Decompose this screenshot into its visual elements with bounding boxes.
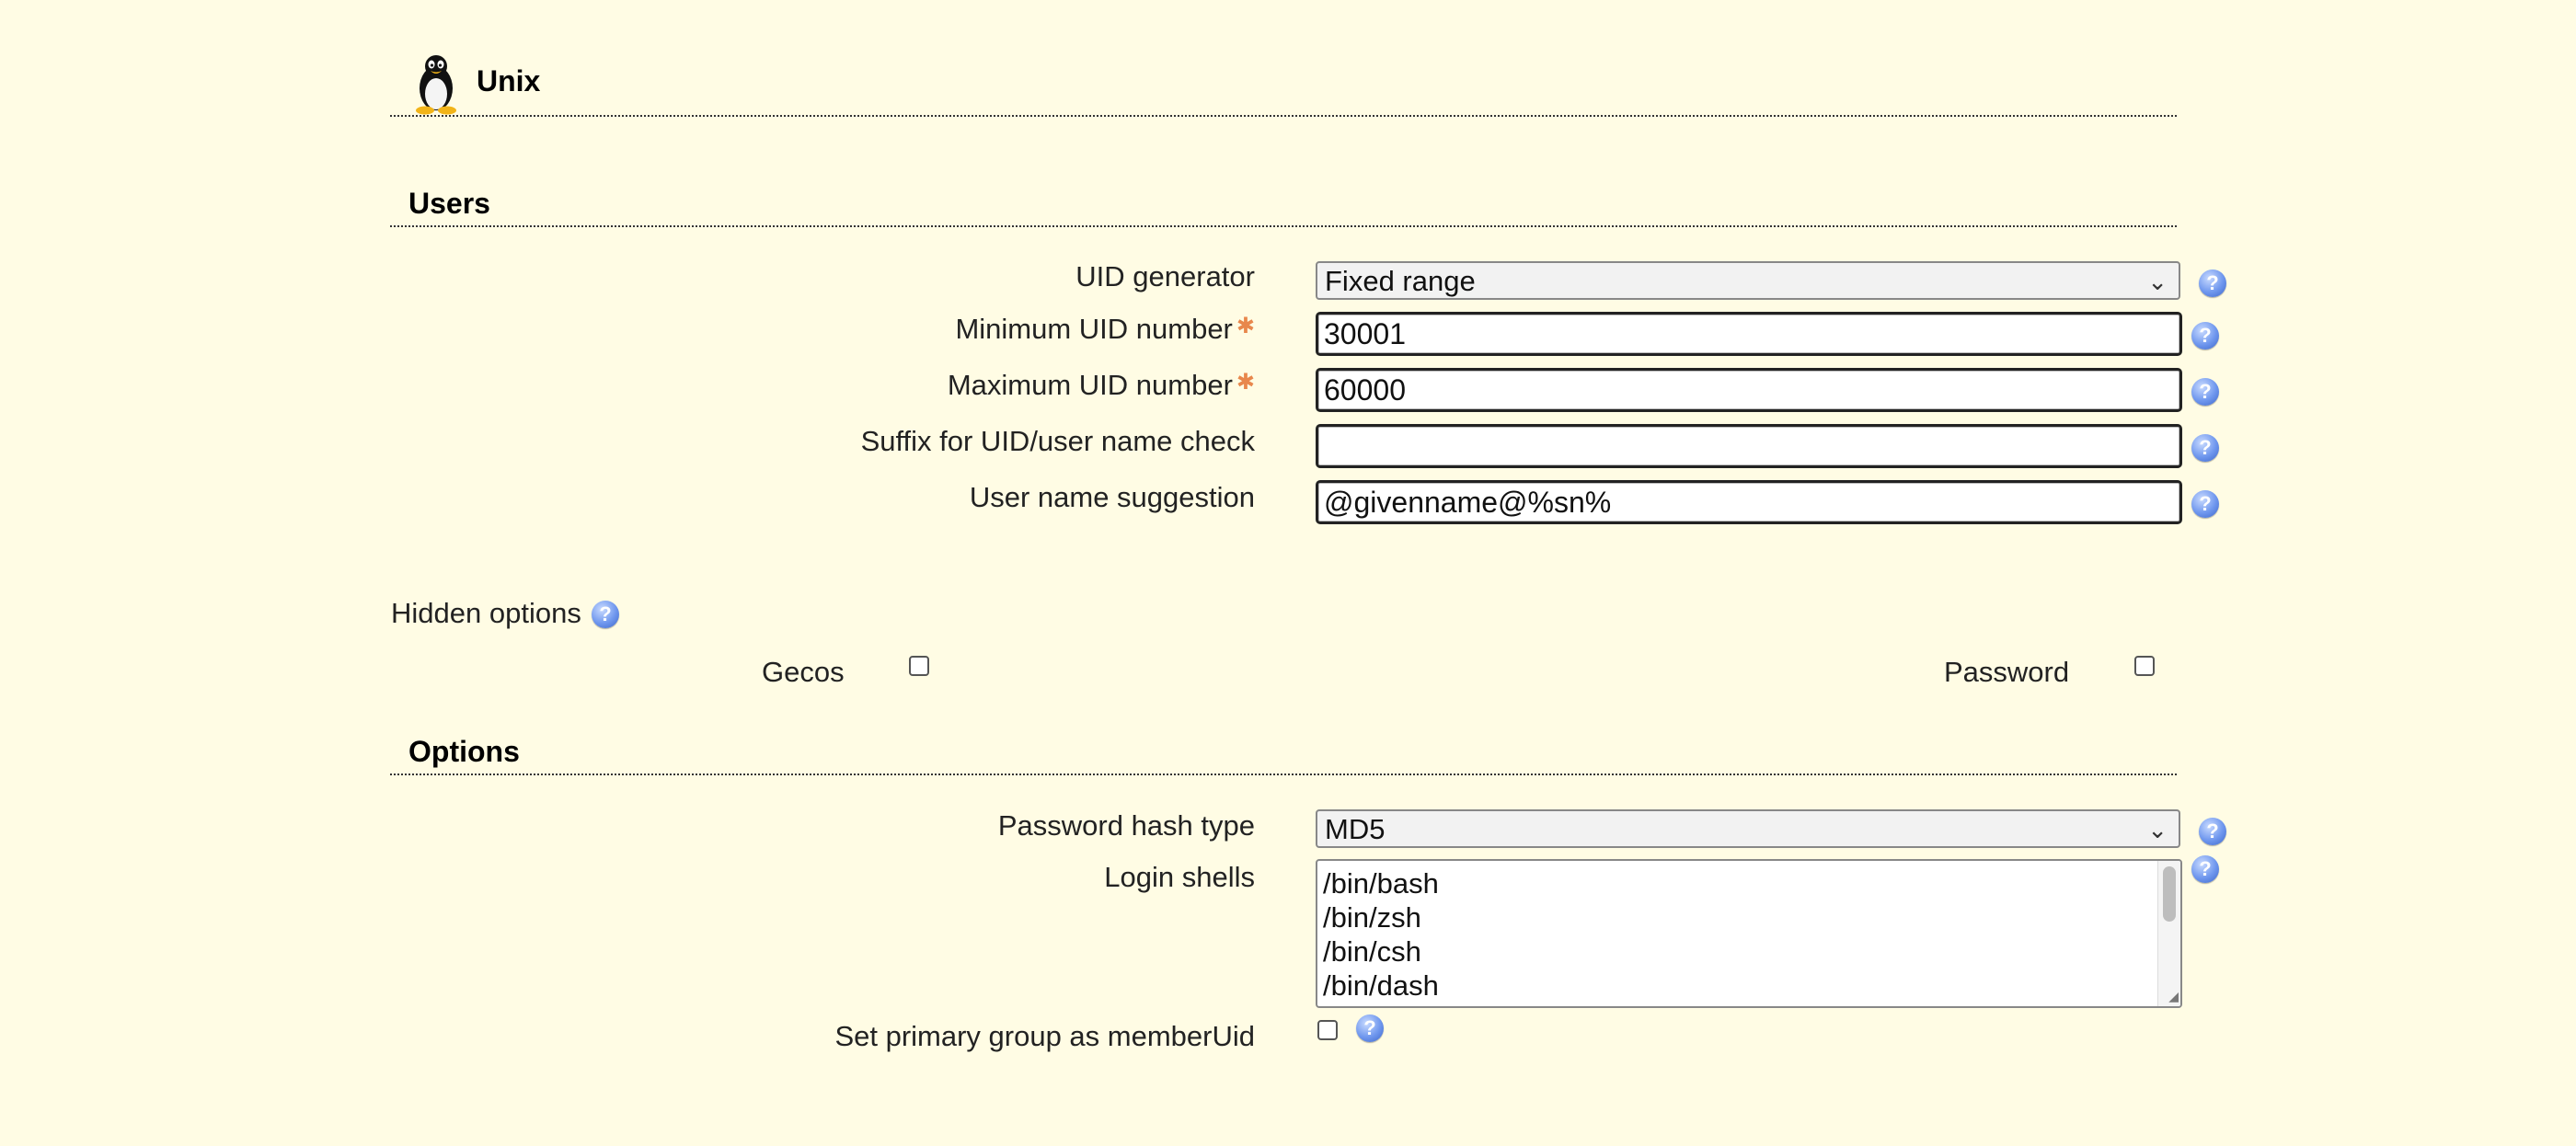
scrollbar-thumb[interactable] bbox=[2163, 866, 2176, 922]
primary-group-label: Set primary group as memberUid bbox=[834, 1020, 1255, 1052]
chevron-down-icon: ⌄ bbox=[2147, 816, 2168, 843]
users-divider bbox=[390, 225, 2177, 227]
primary-group-help-icon[interactable]: ? bbox=[1356, 1014, 1384, 1042]
uid-generator-value: Fixed range bbox=[1325, 265, 1476, 297]
password-checkbox[interactable] bbox=[2134, 656, 2155, 676]
module-title: Unix bbox=[477, 64, 541, 97]
suffix-check-help-icon[interactable]: ? bbox=[2191, 434, 2219, 462]
max-uid-help-icon[interactable]: ? bbox=[2191, 378, 2219, 406]
username-suggestion-input[interactable] bbox=[1316, 480, 2182, 524]
resize-handle-icon[interactable]: ◢ bbox=[2168, 989, 2179, 1004]
chevron-down-icon: ⌄ bbox=[2147, 268, 2168, 295]
gecos-checkbox[interactable] bbox=[909, 656, 929, 676]
username-suggestion-label: User name suggestion bbox=[969, 481, 1255, 513]
options-divider bbox=[390, 774, 2177, 775]
primary-group-checkbox[interactable] bbox=[1317, 1020, 1338, 1040]
list-item[interactable]: /bin/zsh bbox=[1317, 900, 1439, 934]
username-suggestion-help-icon[interactable]: ? bbox=[2191, 490, 2219, 518]
hash-type-select[interactable]: MD5 ⌄ bbox=[1316, 809, 2180, 848]
gecos-label: Gecos bbox=[762, 656, 845, 688]
password-label: Password bbox=[1944, 656, 2070, 688]
options-section-title: Options bbox=[408, 735, 520, 768]
header-divider bbox=[390, 115, 2177, 117]
min-uid-help-icon[interactable]: ? bbox=[2191, 322, 2219, 350]
suffix-check-input[interactable] bbox=[1316, 424, 2182, 468]
suffix-check-label: Suffix for UID/user name check bbox=[860, 425, 1255, 457]
login-shells-help-icon[interactable]: ? bbox=[2191, 855, 2219, 883]
hidden-options-title: Hidden options bbox=[391, 597, 581, 629]
max-uid-input[interactable] bbox=[1316, 368, 2182, 412]
min-uid-input[interactable] bbox=[1316, 312, 2182, 356]
list-item[interactable]: /bin/dash bbox=[1317, 968, 1439, 1003]
login-shells-listbox[interactable]: /bin/bash /bin/zsh /bin/csh /bin/dash ◢ bbox=[1316, 859, 2182, 1008]
users-section-title: Users bbox=[408, 187, 490, 220]
tux-penguin-icon bbox=[407, 52, 466, 116]
hash-type-label: Password hash type bbox=[997, 809, 1255, 842]
hidden-options-help-icon[interactable]: ? bbox=[592, 601, 619, 628]
listbox-scrollbar[interactable] bbox=[2157, 861, 2180, 1006]
list-item[interactable]: /bin/csh bbox=[1317, 934, 1439, 968]
required-star-icon: ✱ bbox=[1236, 314, 1255, 338]
min-uid-label: Minimum UID number ✱ bbox=[955, 313, 1255, 345]
uid-generator-select[interactable]: Fixed range ⌄ bbox=[1316, 261, 2180, 300]
hash-type-help-icon[interactable]: ? bbox=[2199, 818, 2226, 845]
list-item[interactable]: /bin/bash bbox=[1317, 866, 1439, 900]
login-shells-label: Login shells bbox=[1104, 861, 1255, 893]
hash-type-value: MD5 bbox=[1325, 813, 1386, 845]
uid-generator-help-icon[interactable]: ? bbox=[2199, 269, 2226, 297]
required-star-icon: ✱ bbox=[1236, 370, 1255, 395]
max-uid-label: Maximum UID number ✱ bbox=[947, 369, 1255, 401]
uid-generator-label: UID generator bbox=[1075, 260, 1255, 292]
